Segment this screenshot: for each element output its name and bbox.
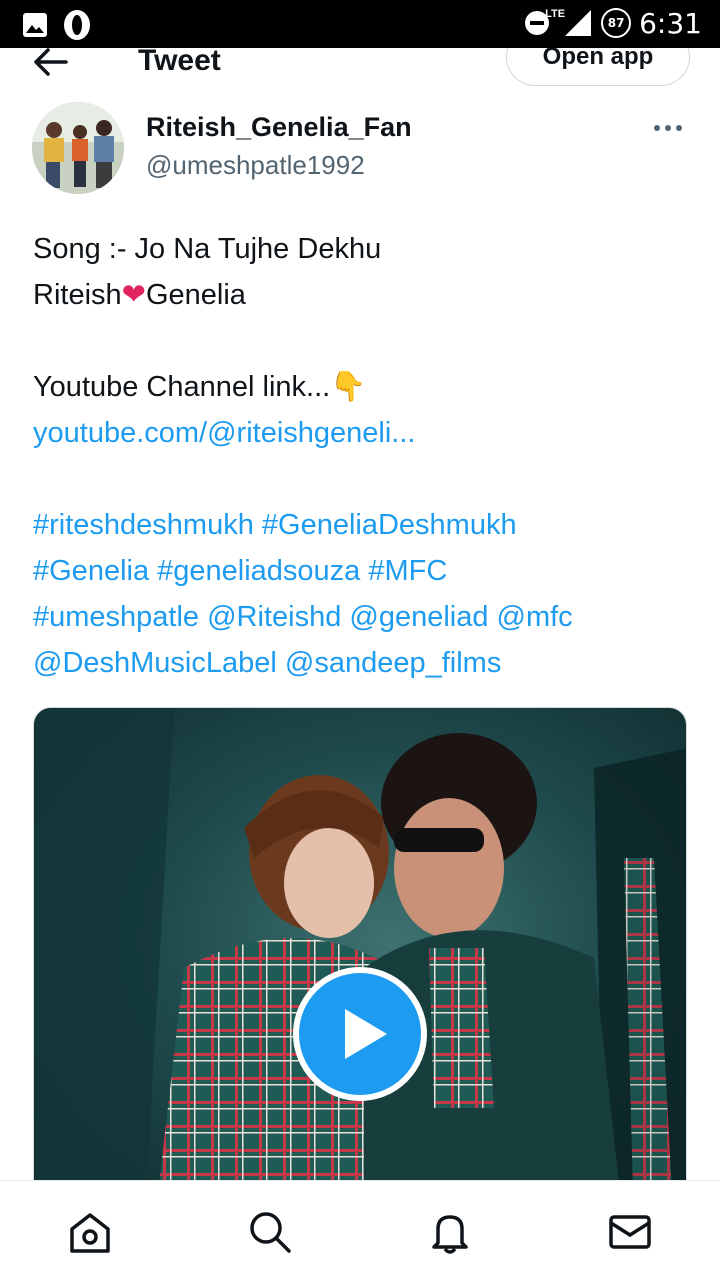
tweet-header: Tweet Open app [0, 48, 720, 92]
tweet-line-song: Song :- Jo Na Tujhe Dekhu [33, 233, 382, 265]
search-icon[interactable] [247, 1209, 293, 1255]
tweet-line-names: Riteish❤Genelia [33, 272, 693, 318]
hashtags-line-2[interactable]: #Genelia #geneliadsouza #MFC [33, 548, 693, 594]
play-button[interactable] [293, 967, 427, 1101]
image-icon [23, 13, 47, 37]
status-bar: LTE 87 6:31 [0, 0, 720, 48]
bell-icon[interactable] [427, 1209, 473, 1255]
pointing-down-icon: 👇 [330, 371, 367, 403]
name-riteish: Riteish [33, 279, 122, 311]
status-right: LTE 87 6:31 [523, 6, 702, 40]
hashtags-line-4[interactable]: @DeshMusicLabel @sandeep_films [33, 640, 693, 686]
channel-text: Youtube Channel link... [33, 371, 331, 403]
avatar-image [32, 102, 124, 194]
user-handle[interactable]: @umeshpatle1992 [146, 150, 365, 181]
back-arrow-icon[interactable] [30, 48, 70, 82]
tweet-line-channel: Youtube Channel link...👇 [33, 364, 693, 410]
play-icon [345, 1009, 387, 1059]
signal-icon [565, 10, 592, 36]
status-left [22, 8, 92, 42]
hashtags-line-3[interactable]: #umeshpatle @Riteishd @geneliad @mfc [33, 594, 693, 640]
more-options-icon[interactable] [654, 122, 686, 134]
youtube-link[interactable]: youtube.com/@riteishgeneli... [33, 410, 693, 456]
battery-icon: 87 [601, 8, 632, 38]
clock: 6:31 [639, 6, 702, 40]
home-icon[interactable] [67, 1209, 113, 1255]
name-genelia: Genelia [145, 279, 246, 311]
open-app-button[interactable]: Open app [506, 48, 690, 86]
signal-indicator: LTE [545, 6, 593, 40]
avatar[interactable] [32, 102, 124, 194]
tweet-text: Song :- Jo Na Tujhe Dekhu Riteish❤Geneli… [33, 226, 693, 686]
hashtags-line-1[interactable]: #riteshdeshmukh #GeneliaDeshmukh [33, 502, 693, 548]
heart-icon: ❤ [121, 279, 146, 311]
battery-level: 87 [607, 16, 625, 30]
bottom-nav [0, 1180, 720, 1280]
mail-icon[interactable] [607, 1209, 653, 1255]
opera-icon [64, 10, 90, 40]
display-name[interactable]: Riteish_Genelia_Fan [146, 112, 412, 143]
page-title: Tweet [138, 48, 221, 77]
